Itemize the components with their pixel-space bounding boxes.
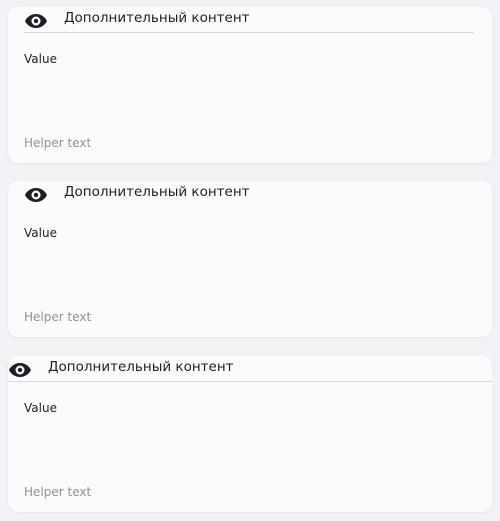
field-value[interactable]: Value (24, 51, 57, 67)
content-card-1: Дополнительный контент Value Helper text (8, 7, 492, 163)
cards-container: Дополнительный контент Value Helper text… (0, 0, 500, 521)
card-header: Дополнительный контент (24, 7, 474, 33)
content-card-3: Дополнительный контент Value Helper text (8, 356, 492, 512)
card-title: Дополнительный контент (48, 359, 234, 375)
eye-icon[interactable] (24, 9, 48, 33)
card-title: Дополнительный контент (64, 184, 250, 200)
card-header: Дополнительный контент (8, 356, 492, 382)
field-value[interactable]: Value (24, 225, 57, 241)
eye-icon[interactable] (24, 183, 48, 207)
card-title: Дополнительный контент (64, 10, 250, 26)
helper-text: Helper text (24, 136, 92, 150)
field-value[interactable]: Value (24, 400, 57, 416)
card-header: Дополнительный контент (24, 181, 474, 206)
content-card-2: Дополнительный контент Value Helper text (8, 181, 492, 337)
eye-icon[interactable] (8, 358, 32, 382)
helper-text: Helper text (24, 485, 92, 499)
helper-text: Helper text (24, 310, 92, 324)
